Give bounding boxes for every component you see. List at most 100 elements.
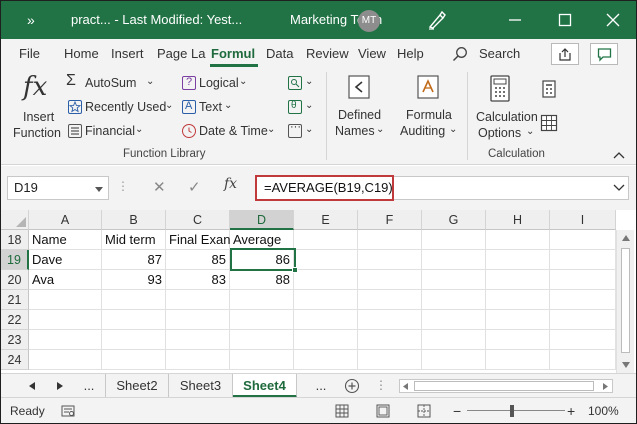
cell-D22[interactable] [230, 310, 294, 330]
cell-F24[interactable] [358, 350, 422, 370]
pen-icon[interactable] [426, 10, 448, 30]
sheet-tab-sheet3[interactable]: Sheet3 [169, 374, 233, 398]
date-time-button[interactable]: Date & Time [199, 124, 268, 138]
tab-view[interactable]: View [358, 39, 386, 68]
cell-D18[interactable]: Average [230, 230, 294, 250]
expand-formula-bar-icon[interactable] [613, 183, 625, 193]
cell-A19[interactable]: Dave [29, 250, 102, 270]
text-function-icon[interactable]: A [182, 100, 196, 114]
defined-names-label-1[interactable]: Defined [338, 108, 381, 122]
cell-A24[interactable] [29, 350, 102, 370]
column-header[interactable]: G [422, 210, 486, 230]
formula-auditing-icon[interactable] [413, 72, 443, 102]
scroll-sheets-right-icon[interactable] [57, 382, 63, 390]
sheet-overflow-right[interactable]: ... [307, 374, 335, 398]
tab-page-layout[interactable]: Page La [157, 39, 205, 68]
zoom-slider[interactable] [467, 410, 565, 411]
column-header[interactable]: H [486, 210, 550, 230]
name-box-dropdown-icon[interactable] [94, 186, 104, 193]
tab-split-grip-icon[interactable]: ⋮ [375, 378, 387, 392]
share-button[interactable] [551, 43, 579, 65]
scroll-down-icon[interactable] [622, 362, 630, 368]
cell-B24[interactable] [102, 350, 166, 370]
financial-button[interactable]: Financial [85, 124, 135, 138]
cell-H19[interactable] [486, 250, 550, 270]
sheet-tab-sheet2[interactable]: Sheet2 [105, 374, 169, 398]
minimize-icon[interactable] [508, 13, 522, 27]
cell-I21[interactable] [550, 290, 616, 310]
cell-B18[interactable]: Mid term [102, 230, 166, 250]
cell-H21[interactable] [486, 290, 550, 310]
cell-F19[interactable] [358, 250, 422, 270]
document-title[interactable]: pract... - Last Modified: Yest... [71, 1, 242, 39]
cell-C21[interactable] [166, 290, 230, 310]
cell-C22[interactable] [166, 310, 230, 330]
scroll-sheets-left-icon[interactable] [29, 382, 35, 390]
cell-C23[interactable] [166, 330, 230, 350]
enter-icon[interactable]: ✓ [188, 178, 201, 196]
normal-view-icon[interactable] [335, 404, 349, 418]
formula-auditing-dropdown-icon[interactable]: ⌄ [449, 124, 457, 135]
comments-button[interactable] [590, 43, 618, 65]
tab-help[interactable]: Help [397, 39, 424, 68]
name-box[interactable]: D19 [7, 176, 109, 200]
cell-B21[interactable] [102, 290, 166, 310]
search-label[interactable]: Search [479, 39, 520, 68]
insert-function-label-1[interactable]: Insert [23, 110, 54, 124]
cell-C20[interactable]: 83 [166, 270, 230, 290]
page-break-view-icon[interactable] [417, 404, 431, 418]
cell-C19[interactable]: 85 [166, 250, 230, 270]
cell-H20[interactable] [486, 270, 550, 290]
row-header[interactable]: 23 [1, 330, 29, 350]
logical-icon[interactable]: ? [182, 76, 196, 90]
cell-H24[interactable] [486, 350, 550, 370]
defined-names-label-2[interactable]: Names [335, 124, 375, 138]
logical-button[interactable]: Logical [199, 76, 239, 90]
vertical-scrollbar[interactable] [616, 230, 634, 373]
cell-H23[interactable] [486, 330, 550, 350]
cell-B22[interactable] [102, 310, 166, 330]
cell-E22[interactable] [294, 310, 358, 330]
column-header[interactable]: I [550, 210, 616, 230]
financial-icon[interactable] [68, 124, 82, 138]
insert-function-small-icon[interactable]: fx [224, 176, 237, 192]
cell-E18[interactable] [294, 230, 358, 250]
defined-names-dropdown-icon[interactable]: ⌄ [376, 124, 384, 135]
vertical-scroll-thumb[interactable] [621, 248, 630, 353]
horizontal-scroll-thumb[interactable] [414, 381, 594, 391]
sheet-tab-sheet4[interactable]: Sheet4 [233, 374, 297, 398]
row-header[interactable]: 24 [1, 350, 29, 370]
horizontal-scrollbar[interactable] [399, 379, 613, 393]
text-function-button[interactable]: Text [199, 100, 222, 114]
cell-D23[interactable] [230, 330, 294, 350]
row-header-selected[interactable]: 19 [1, 250, 29, 270]
maximize-icon[interactable] [558, 13, 572, 27]
calculation-options-dropdown-icon[interactable]: ⌄ [526, 126, 534, 137]
zoom-out-button[interactable]: − [453, 398, 461, 423]
cell-E21[interactable] [294, 290, 358, 310]
cell-E20[interactable] [294, 270, 358, 290]
tab-review[interactable]: Review [306, 39, 349, 68]
row-header[interactable]: 18 [1, 230, 29, 250]
cancel-icon[interactable]: ✕ [153, 178, 166, 196]
page-layout-view-icon[interactable] [376, 404, 390, 418]
tab-insert[interactable]: Insert [111, 39, 144, 68]
insert-function-icon[interactable]: fx [23, 72, 47, 102]
cell-B19[interactable]: 87 [102, 250, 166, 270]
collapse-ribbon-icon[interactable] [613, 151, 625, 161]
cell-G23[interactable] [422, 330, 486, 350]
zoom-slider-thumb[interactable] [510, 405, 514, 417]
column-header[interactable]: A [29, 210, 102, 230]
star-icon[interactable] [68, 100, 82, 114]
cell-G20[interactable] [422, 270, 486, 290]
calculation-options-label-2[interactable]: Options [478, 126, 521, 140]
clock-icon[interactable] [182, 124, 196, 138]
cell-E19[interactable] [294, 250, 358, 270]
cell-I22[interactable] [550, 310, 616, 330]
cell-A18[interactable]: Name [29, 230, 102, 250]
recently-used-button[interactable]: Recently Used [85, 100, 166, 114]
cell-G22[interactable] [422, 310, 486, 330]
cell-F21[interactable] [358, 290, 422, 310]
cell-F23[interactable] [358, 330, 422, 350]
text-dropdown-icon[interactable]: ⌄ [224, 100, 232, 111]
